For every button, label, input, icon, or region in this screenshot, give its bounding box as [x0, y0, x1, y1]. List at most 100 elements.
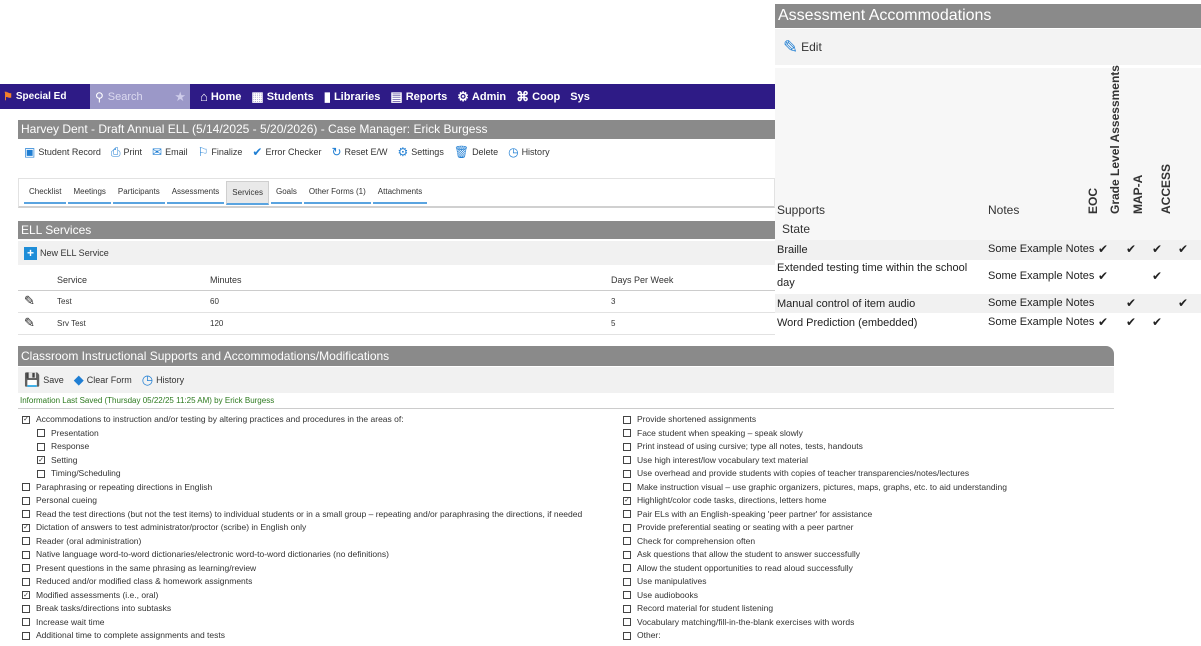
- tab-other-forms[interactable]: Other Forms (1): [303, 181, 371, 204]
- checkbox[interactable]: [37, 469, 45, 478]
- checklist-item[interactable]: Use overhead and provide students with c…: [623, 467, 1103, 481]
- checklist-item[interactable]: Use manipulatives: [623, 575, 1103, 589]
- checkbox[interactable]: [623, 591, 631, 600]
- tab-meetings[interactable]: Meetings: [68, 181, 111, 204]
- nav-students[interactable]: ▦ Students: [251, 89, 313, 105]
- checkbox-checked[interactable]: ✓: [22, 415, 30, 424]
- checkbox[interactable]: [623, 631, 631, 640]
- tab-services[interactable]: Services: [226, 180, 269, 205]
- tab-attachments[interactable]: Attachments: [372, 181, 428, 204]
- edit-pencil-icon[interactable]: ✎: [18, 293, 35, 308]
- student-record-button[interactable]: ▣ Student Record: [24, 145, 101, 159]
- checkbox[interactable]: [623, 510, 631, 519]
- checkbox[interactable]: [623, 469, 631, 478]
- finalize-button[interactable]: ⚐ Finalize: [198, 145, 243, 159]
- checkbox[interactable]: [623, 456, 631, 465]
- checkbox[interactable]: [623, 429, 631, 438]
- table-row[interactable]: ✎ Test 60 3: [18, 290, 775, 313]
- checkbox[interactable]: [22, 510, 30, 519]
- checkbox[interactable]: [22, 537, 30, 546]
- checklist-item[interactable]: Response: [22, 440, 622, 454]
- print-button[interactable]: ⎙ Print: [111, 145, 142, 160]
- checklist-item[interactable]: Reader (oral administration): [22, 535, 622, 549]
- checklist-item[interactable]: Native language word-to-word dictionarie…: [22, 548, 622, 562]
- nav-sys[interactable]: Sys: [570, 91, 590, 103]
- new-ell-service-button[interactable]: + New ELL Service: [24, 246, 109, 260]
- checkbox[interactable]: [623, 604, 631, 613]
- checklist-item[interactable]: ✓ Setting: [22, 454, 622, 468]
- tab-participants[interactable]: Participants: [112, 181, 165, 204]
- checklist-item[interactable]: Additional time to complete assignments …: [22, 629, 622, 643]
- checklist-item[interactable]: Allow the student opportunities to read …: [623, 562, 1103, 576]
- checklist-item[interactable]: Make instruction visual – use graphic or…: [623, 481, 1103, 495]
- assessment-edit-button[interactable]: ✎ Edit: [783, 37, 822, 58]
- checkbox[interactable]: [22, 604, 30, 613]
- checklist-item[interactable]: Print instead of using cursive; type all…: [623, 440, 1103, 454]
- search-input[interactable]: ⚲ Search ★: [90, 84, 190, 109]
- checkbox-checked[interactable]: ✓: [37, 456, 45, 465]
- checklist-item[interactable]: Present questions in the same phrasing a…: [22, 562, 622, 576]
- checkbox-checked[interactable]: ✓: [22, 523, 30, 532]
- checkbox[interactable]: [623, 442, 631, 451]
- checkbox[interactable]: [623, 523, 631, 532]
- table-row[interactable]: ✎ Srv Test 120 5: [18, 312, 775, 335]
- checkbox[interactable]: [22, 618, 30, 627]
- checklist-item[interactable]: Other:: [623, 629, 1103, 643]
- clear-form-button[interactable]: ◆ Clear Form: [74, 372, 132, 388]
- checklist-item[interactable]: Face student when speaking – speak slowl…: [623, 427, 1103, 441]
- checklist-item[interactable]: Provide preferential seating or seating …: [623, 521, 1103, 535]
- checklist-item[interactable]: Break tasks/directions into subtasks: [22, 602, 622, 616]
- checklist-item[interactable]: ✓ Highlight/color code tasks, directions,…: [623, 494, 1103, 508]
- checkbox[interactable]: [623, 550, 631, 559]
- checklist-item[interactable]: ✓ Modified assessments (i.e., oral): [22, 589, 622, 603]
- checklist-item[interactable]: Ask questions that allow the student to …: [623, 548, 1103, 562]
- checklist-item[interactable]: Provide shortened assignments: [623, 413, 1103, 427]
- email-button[interactable]: ✉ Email: [152, 145, 188, 159]
- checkbox[interactable]: [623, 564, 631, 573]
- tab-goals[interactable]: Goals: [270, 181, 302, 204]
- checklist-item[interactable]: Presentation: [22, 427, 622, 441]
- checklist-item[interactable]: Reduced and/or modified class & homework…: [22, 575, 622, 589]
- checkbox[interactable]: [623, 537, 631, 546]
- save-button[interactable]: 💾 Save: [24, 372, 64, 388]
- checkbox[interactable]: [623, 483, 631, 492]
- checkbox[interactable]: [22, 564, 30, 573]
- checkbox[interactable]: [623, 577, 631, 586]
- checkbox[interactable]: [22, 550, 30, 559]
- checkbox-checked[interactable]: ✓: [623, 496, 631, 505]
- checklist-item[interactable]: Use high interest/low vocabulary text ma…: [623, 454, 1103, 468]
- checkbox-checked[interactable]: ✓: [22, 591, 30, 600]
- checkbox[interactable]: [22, 483, 30, 492]
- checklist-item[interactable]: Pair ELs with an English-speaking 'peer …: [623, 508, 1103, 522]
- checkbox[interactable]: [22, 631, 30, 640]
- settings-button[interactable]: ⚙ Settings: [398, 145, 444, 159]
- nav-admin[interactable]: ⚙ Admin: [457, 89, 506, 105]
- checkbox[interactable]: [623, 618, 631, 627]
- nav-home[interactable]: ⌂ Home: [200, 89, 241, 104]
- checkbox[interactable]: [22, 577, 30, 586]
- edit-pencil-icon[interactable]: ✎: [18, 315, 35, 330]
- checklist-item[interactable]: Record material for student listening: [623, 602, 1103, 616]
- favorites-star-icon[interactable]: ★: [174, 89, 186, 105]
- nav-libraries[interactable]: ▮ Libraries: [324, 89, 381, 105]
- tab-assessments[interactable]: Assessments: [166, 181, 225, 204]
- nav-coop[interactable]: ⌘ Coop: [516, 89, 560, 105]
- tab-checklist[interactable]: Checklist: [24, 181, 67, 204]
- checkbox[interactable]: [37, 429, 45, 438]
- checklist-item[interactable]: Use audiobooks: [623, 589, 1103, 603]
- history-button[interactable]: ◷ History: [508, 145, 550, 159]
- reset-ew-button[interactable]: ↻ Reset E/W: [331, 145, 387, 159]
- checklist-item[interactable]: Paraphrasing or repeating directions in …: [22, 481, 622, 495]
- checklist-item[interactable]: ✓ Accommodations to instruction and/or te…: [22, 413, 622, 427]
- nav-reports[interactable]: ▤ Reports: [390, 89, 447, 105]
- checklist-item[interactable]: Vocabulary matching/fill-in-the-blank ex…: [623, 616, 1103, 630]
- checklist-item[interactable]: Increase wait time: [22, 616, 622, 630]
- delete-button[interactable]: 🗑 Delete: [454, 145, 498, 159]
- checklist-item[interactable]: Read the test directions (but not the te…: [22, 508, 622, 522]
- checkbox[interactable]: [22, 496, 30, 505]
- classroom-history-button[interactable]: ◷ History: [142, 372, 184, 388]
- checkbox[interactable]: [623, 415, 631, 424]
- brand[interactable]: ⚑ Special Ed: [0, 84, 90, 109]
- checklist-item[interactable]: Check for comprehension often: [623, 535, 1103, 549]
- error-checker-button[interactable]: ✔ Error Checker: [252, 145, 321, 159]
